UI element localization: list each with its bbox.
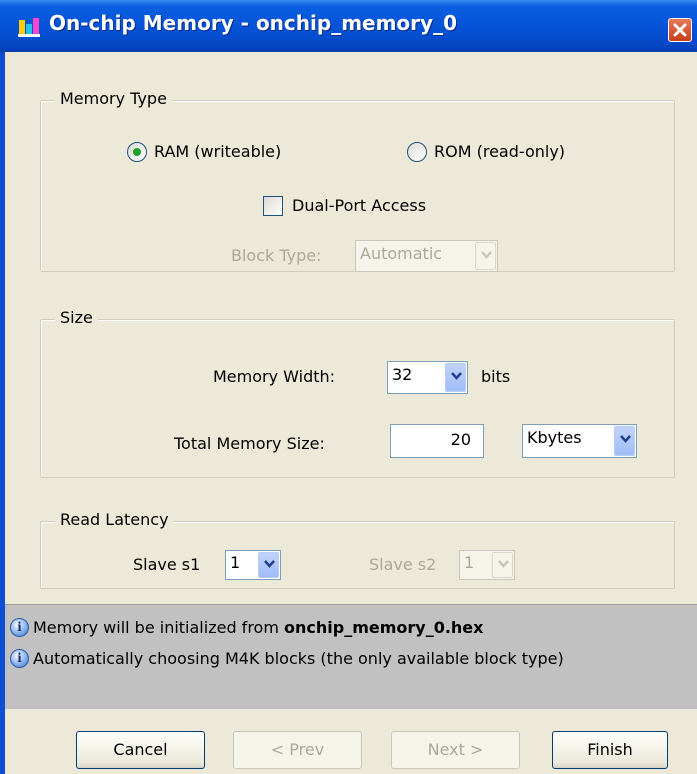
app-icon: [18, 16, 40, 38]
memory-width-label: Memory Width:: [213, 367, 336, 386]
slave-s1-label: Slave s1: [133, 555, 201, 574]
rom-radio[interactable]: [407, 142, 427, 162]
title-bar[interactable]: On-chip Memory - onchip_memory_0: [0, 0, 697, 52]
memory-width-unit: bits: [481, 367, 511, 386]
ram-radio[interactable]: [127, 142, 147, 162]
chevron-down-icon: [258, 552, 279, 578]
slave-s1-select[interactable]: 1: [225, 550, 281, 580]
rom-radio-label[interactable]: ROM (read-only): [434, 142, 565, 161]
next-button[interactable]: Next >: [391, 731, 520, 769]
total-memory-unit-value: Kbytes: [527, 428, 582, 447]
chevron-down-icon: [492, 552, 513, 578]
chevron-down-icon: [475, 242, 496, 270]
info-icon: i: [10, 649, 29, 668]
block-type-select[interactable]: Automatic: [355, 240, 498, 272]
dual-port-label[interactable]: Dual-Port Access: [292, 196, 426, 215]
total-memory-size-input[interactable]: 20: [390, 424, 484, 458]
dual-port-checkbox[interactable]: [263, 196, 283, 216]
message-initialization: Memory will be initialized from onchip_m…: [33, 618, 483, 637]
message-block-choice: Automatically choosing M4K blocks (the o…: [33, 649, 564, 668]
slave-s2-value: 1: [464, 553, 475, 572]
block-type-label: Block Type:: [231, 246, 322, 265]
close-icon[interactable]: [668, 18, 692, 42]
total-memory-size-value: 20: [450, 430, 471, 449]
slave-s2-select[interactable]: 1: [459, 550, 515, 580]
cancel-button[interactable]: Cancel: [76, 731, 205, 769]
block-type-value: Automatic: [360, 244, 443, 263]
message-panel: i Memory will be initialized from onchip…: [5, 604, 697, 709]
dialog-window: On-chip Memory - onchip_memory_0 Memory …: [0, 0, 697, 774]
hex-filename: onchip_memory_0.hex: [284, 618, 484, 637]
info-icon: i: [10, 618, 29, 637]
read-latency-group: Read Latency Slave s1 1 Slave s2 1: [40, 510, 675, 589]
chevron-down-icon: [445, 363, 466, 392]
chevron-down-icon: [614, 426, 635, 456]
prev-button[interactable]: < Prev: [233, 731, 362, 769]
memory-type-group: Memory Type RAM (writeable) ROM (read-on…: [40, 89, 675, 272]
memory-width-select[interactable]: 32: [387, 361, 468, 394]
memory-type-group-label: Memory Type: [55, 89, 172, 108]
finish-button[interactable]: Finish: [552, 731, 668, 769]
window-title: On-chip Memory - onchip_memory_0: [49, 11, 457, 35]
size-group-label: Size: [55, 308, 98, 327]
message-initialization-text: Memory will be initialized from: [33, 618, 284, 637]
slave-s1-value: 1: [230, 553, 241, 572]
total-memory-size-label: Total Memory Size:: [174, 434, 325, 453]
size-group: Size Memory Width: 32 bits Total Memory …: [40, 308, 675, 478]
slave-s2-label: Slave s2: [369, 555, 437, 574]
total-memory-unit-select[interactable]: Kbytes: [522, 424, 637, 458]
memory-width-value: 32: [392, 365, 413, 384]
ram-radio-label[interactable]: RAM (writeable): [154, 142, 281, 161]
read-latency-group-label: Read Latency: [55, 510, 174, 529]
